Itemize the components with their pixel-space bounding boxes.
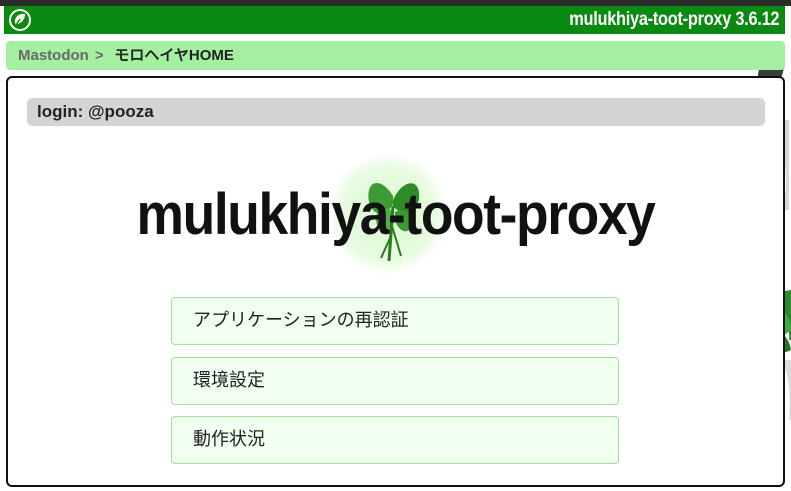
reauth-app-button[interactable]: アプリケーションの再認証: [171, 297, 619, 345]
status-button[interactable]: 動作状況: [171, 416, 619, 464]
main-panel: login: @pooza mulukhiya-toot-proxy アプリケー…: [6, 76, 785, 487]
app-title: mulukhiya-toot-proxy 3.6.12: [568, 9, 779, 30]
breadcrumb-link-mastodon[interactable]: Mastodon: [18, 47, 89, 64]
hero-banner: mulukhiya-toot-proxy: [8, 144, 783, 274]
hero-title: mulukhiya-toot-proxy: [136, 182, 656, 247]
breadcrumb: Mastodon > モロヘイヤHOME: [6, 41, 785, 70]
app-header: mulukhiya-toot-proxy 3.6.12: [4, 6, 785, 34]
breadcrumb-separator: >: [94, 47, 104, 64]
settings-button[interactable]: 環境設定: [171, 357, 619, 405]
leaf-logo-icon[interactable]: [8, 8, 32, 32]
login-status: login: @pooza: [27, 98, 765, 126]
breadcrumb-current: モロヘイヤHOME: [114, 47, 234, 64]
